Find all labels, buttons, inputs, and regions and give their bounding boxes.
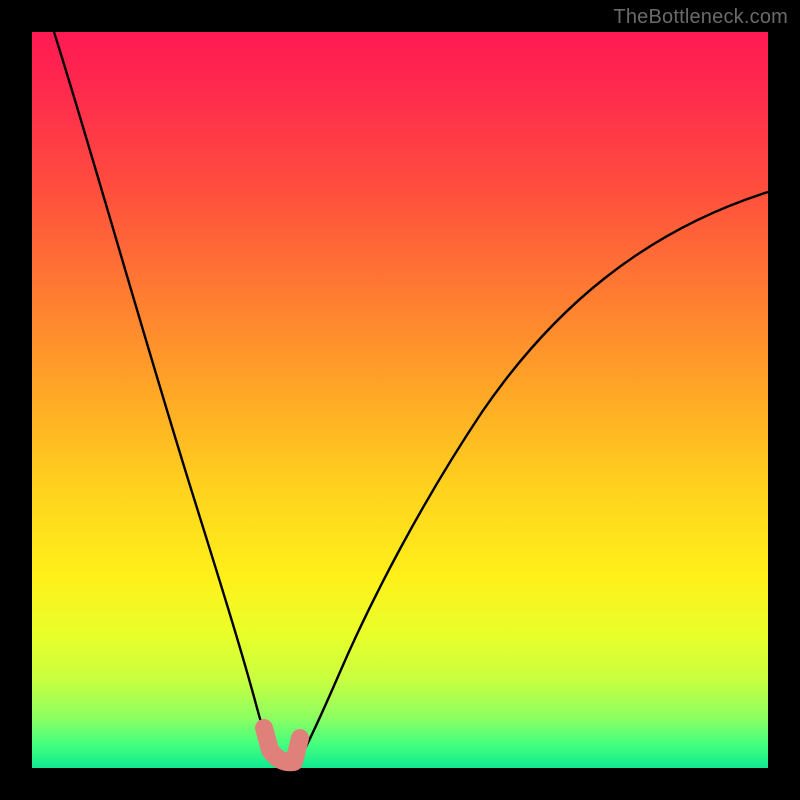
attribution-text: TheBottleneck.com (613, 6, 788, 29)
curve-right-branch (300, 192, 768, 758)
curve-left-branch (54, 32, 276, 758)
gradient-plot-area (32, 32, 768, 768)
outer-frame: TheBottleneck.com (0, 0, 800, 800)
curves-layer (32, 32, 768, 768)
minimum-flourish-icon (264, 728, 300, 762)
